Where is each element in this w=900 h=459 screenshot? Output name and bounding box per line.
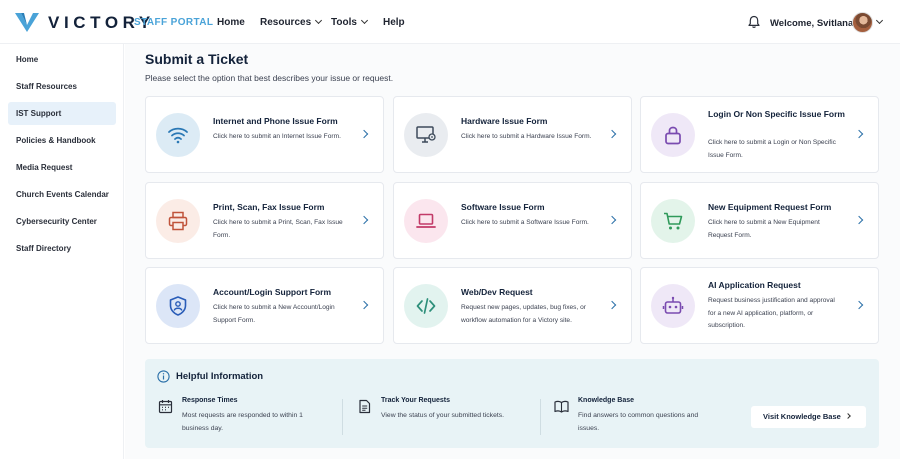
wifi-icon: [156, 113, 200, 157]
card-title: Internet and Phone Issue Form: [213, 116, 338, 126]
helpful-title: Helpful Information: [176, 371, 264, 382]
portal-label: STAFF PORTAL: [134, 17, 214, 28]
card-title: New Equipment Request Form: [708, 202, 832, 212]
card-description: Request business justification and appro…: [708, 297, 835, 329]
help-item-description: Find answers to common questions and iss…: [578, 412, 699, 432]
ticket-card-internet-phone[interactable]: Internet and Phone Issue Form Click here…: [145, 96, 384, 173]
chevron-down-icon: [315, 16, 323, 25]
main-content: Submit a Ticket Please select the option…: [125, 44, 900, 459]
divider: [540, 399, 541, 435]
bell-icon[interactable]: [747, 15, 761, 29]
ticket-card-ai-application[interactable]: AI Application Request Request business …: [640, 267, 879, 344]
chevron-right-icon: [854, 215, 864, 225]
nav-tools[interactable]: Tools: [331, 16, 368, 28]
chevron-right-icon: [854, 129, 864, 139]
sidebar-item-policies-handbook[interactable]: Policies & Handbook: [8, 129, 116, 152]
card-title: Hardware Issue Form: [461, 116, 548, 126]
chevron-right-icon: [359, 215, 369, 225]
nav-home-label: Home: [217, 17, 245, 28]
help-item-description: View the status of your submitted ticket…: [381, 412, 505, 419]
nav-home[interactable]: Home: [217, 17, 245, 28]
chevron-right-icon: [845, 413, 851, 419]
helpful-header: Helpful Information: [157, 370, 263, 383]
sidebar-item-home[interactable]: Home: [8, 48, 116, 71]
calendar-icon: [158, 400, 173, 414]
book-icon: [554, 400, 569, 413]
code-icon: [404, 284, 448, 328]
card-description: Click here to submit an Internet Issue F…: [213, 133, 341, 140]
sidebar-item-church-events-calendar[interactable]: Church Events Calendar: [8, 183, 116, 206]
card-title: Software Issue Form: [461, 202, 545, 212]
card-title: AI Application Request: [708, 280, 801, 290]
ticket-card-software[interactable]: Software Issue Form Click here to submit…: [393, 182, 632, 259]
chevron-right-icon: [359, 129, 369, 139]
helpful-information-panel: Helpful Information Response Times Most …: [145, 359, 879, 448]
robot-icon: [651, 284, 695, 328]
info-icon: [157, 370, 170, 383]
card-description: Click here to submit a Hardware Issue Fo…: [461, 133, 592, 140]
card-title: Account/Login Support Form: [213, 287, 332, 297]
shield-user-icon: [156, 284, 200, 328]
divider: [342, 399, 343, 435]
laptop-icon: [404, 199, 448, 243]
card-description: Click here to submit a Print, Scan, Fax …: [213, 219, 343, 239]
sidebar-item-media-request[interactable]: Media Request: [8, 156, 116, 179]
sidebar-item-ist-support[interactable]: IST Support: [8, 102, 116, 125]
card-description: Click here to submit a Software Issue Fo…: [461, 219, 589, 226]
sidebar-item-cybersecurity-center[interactable]: Cybersecurity Center: [8, 210, 116, 233]
printer-icon: [156, 199, 200, 243]
nav-help-label: Help: [383, 17, 405, 28]
ticket-card-account-login[interactable]: Account/Login Support Form Click here to…: [145, 267, 384, 344]
nav-help[interactable]: Help: [383, 17, 405, 28]
card-title: Web/Dev Request: [461, 287, 533, 297]
nav-tools-label: Tools: [331, 17, 357, 28]
card-description: Request new pages, updates, bug fixes, o…: [461, 304, 586, 324]
card-title: Login Or Non Specific Issue Form: [708, 109, 845, 119]
chevron-right-icon: [607, 215, 617, 225]
card-description: Click here to submit a Login or Non Spec…: [708, 139, 836, 159]
welcome-text: Welcome, Svitlana!: [770, 18, 857, 29]
nav-resources[interactable]: Resources: [260, 16, 323, 28]
card-title: Print, Scan, Fax Issue Form: [213, 202, 325, 212]
avatar[interactable]: [852, 12, 873, 33]
card-description: Click here to submit a New Equipment Req…: [708, 219, 820, 239]
help-item-description: Most requests are responded to within 1 …: [182, 412, 303, 432]
ticket-card-print-scan-fax[interactable]: Print, Scan, Fax Issue Form Click here t…: [145, 182, 384, 259]
page-title: Submit a Ticket: [145, 51, 249, 67]
ticket-card-web-dev[interactable]: Web/Dev Request Request new pages, updat…: [393, 267, 632, 344]
chevron-right-icon: [607, 129, 617, 139]
sidebar-item-staff-resources[interactable]: Staff Resources: [8, 75, 116, 98]
help-item-title: Knowledge Base: [578, 397, 635, 404]
cart-icon: [651, 199, 695, 243]
nav-resources-label: Resources: [260, 17, 312, 28]
chevron-down-icon[interactable]: [875, 16, 884, 25]
ticket-card-new-equipment[interactable]: New Equipment Request Form Click here to…: [640, 182, 879, 259]
chevron-right-icon: [854, 300, 864, 310]
chevron-right-icon: [359, 300, 369, 310]
button-label: Visit Knowledge Base: [763, 412, 841, 421]
top-bar: VICTORY STAFF PORTAL Home Resources Tool…: [0, 0, 900, 44]
card-description: Click here to submit a New Account/Login…: [213, 304, 335, 324]
visit-knowledge-base-button[interactable]: Visit Knowledge Base: [751, 406, 866, 428]
monitor-gear-icon: [404, 113, 448, 157]
sidebar-item-staff-directory[interactable]: Staff Directory: [8, 237, 116, 260]
sidebar: Home Staff Resources IST Support Policie…: [0, 44, 124, 459]
page-subtitle: Please select the option that best descr…: [145, 73, 394, 83]
help-item-title: Track Your Requests: [381, 397, 450, 404]
victory-logo-icon[interactable]: [14, 11, 40, 33]
ticket-card-hardware[interactable]: Hardware Issue Form Click here to submit…: [393, 96, 632, 173]
lock-icon: [651, 113, 695, 157]
chevron-right-icon: [607, 300, 617, 310]
chevron-down-icon: [360, 16, 368, 25]
document-icon: [359, 399, 371, 414]
help-item-title: Response Times: [182, 397, 238, 404]
ticket-card-login-non-specific[interactable]: Login Or Non Specific Issue Form Click h…: [640, 96, 879, 173]
